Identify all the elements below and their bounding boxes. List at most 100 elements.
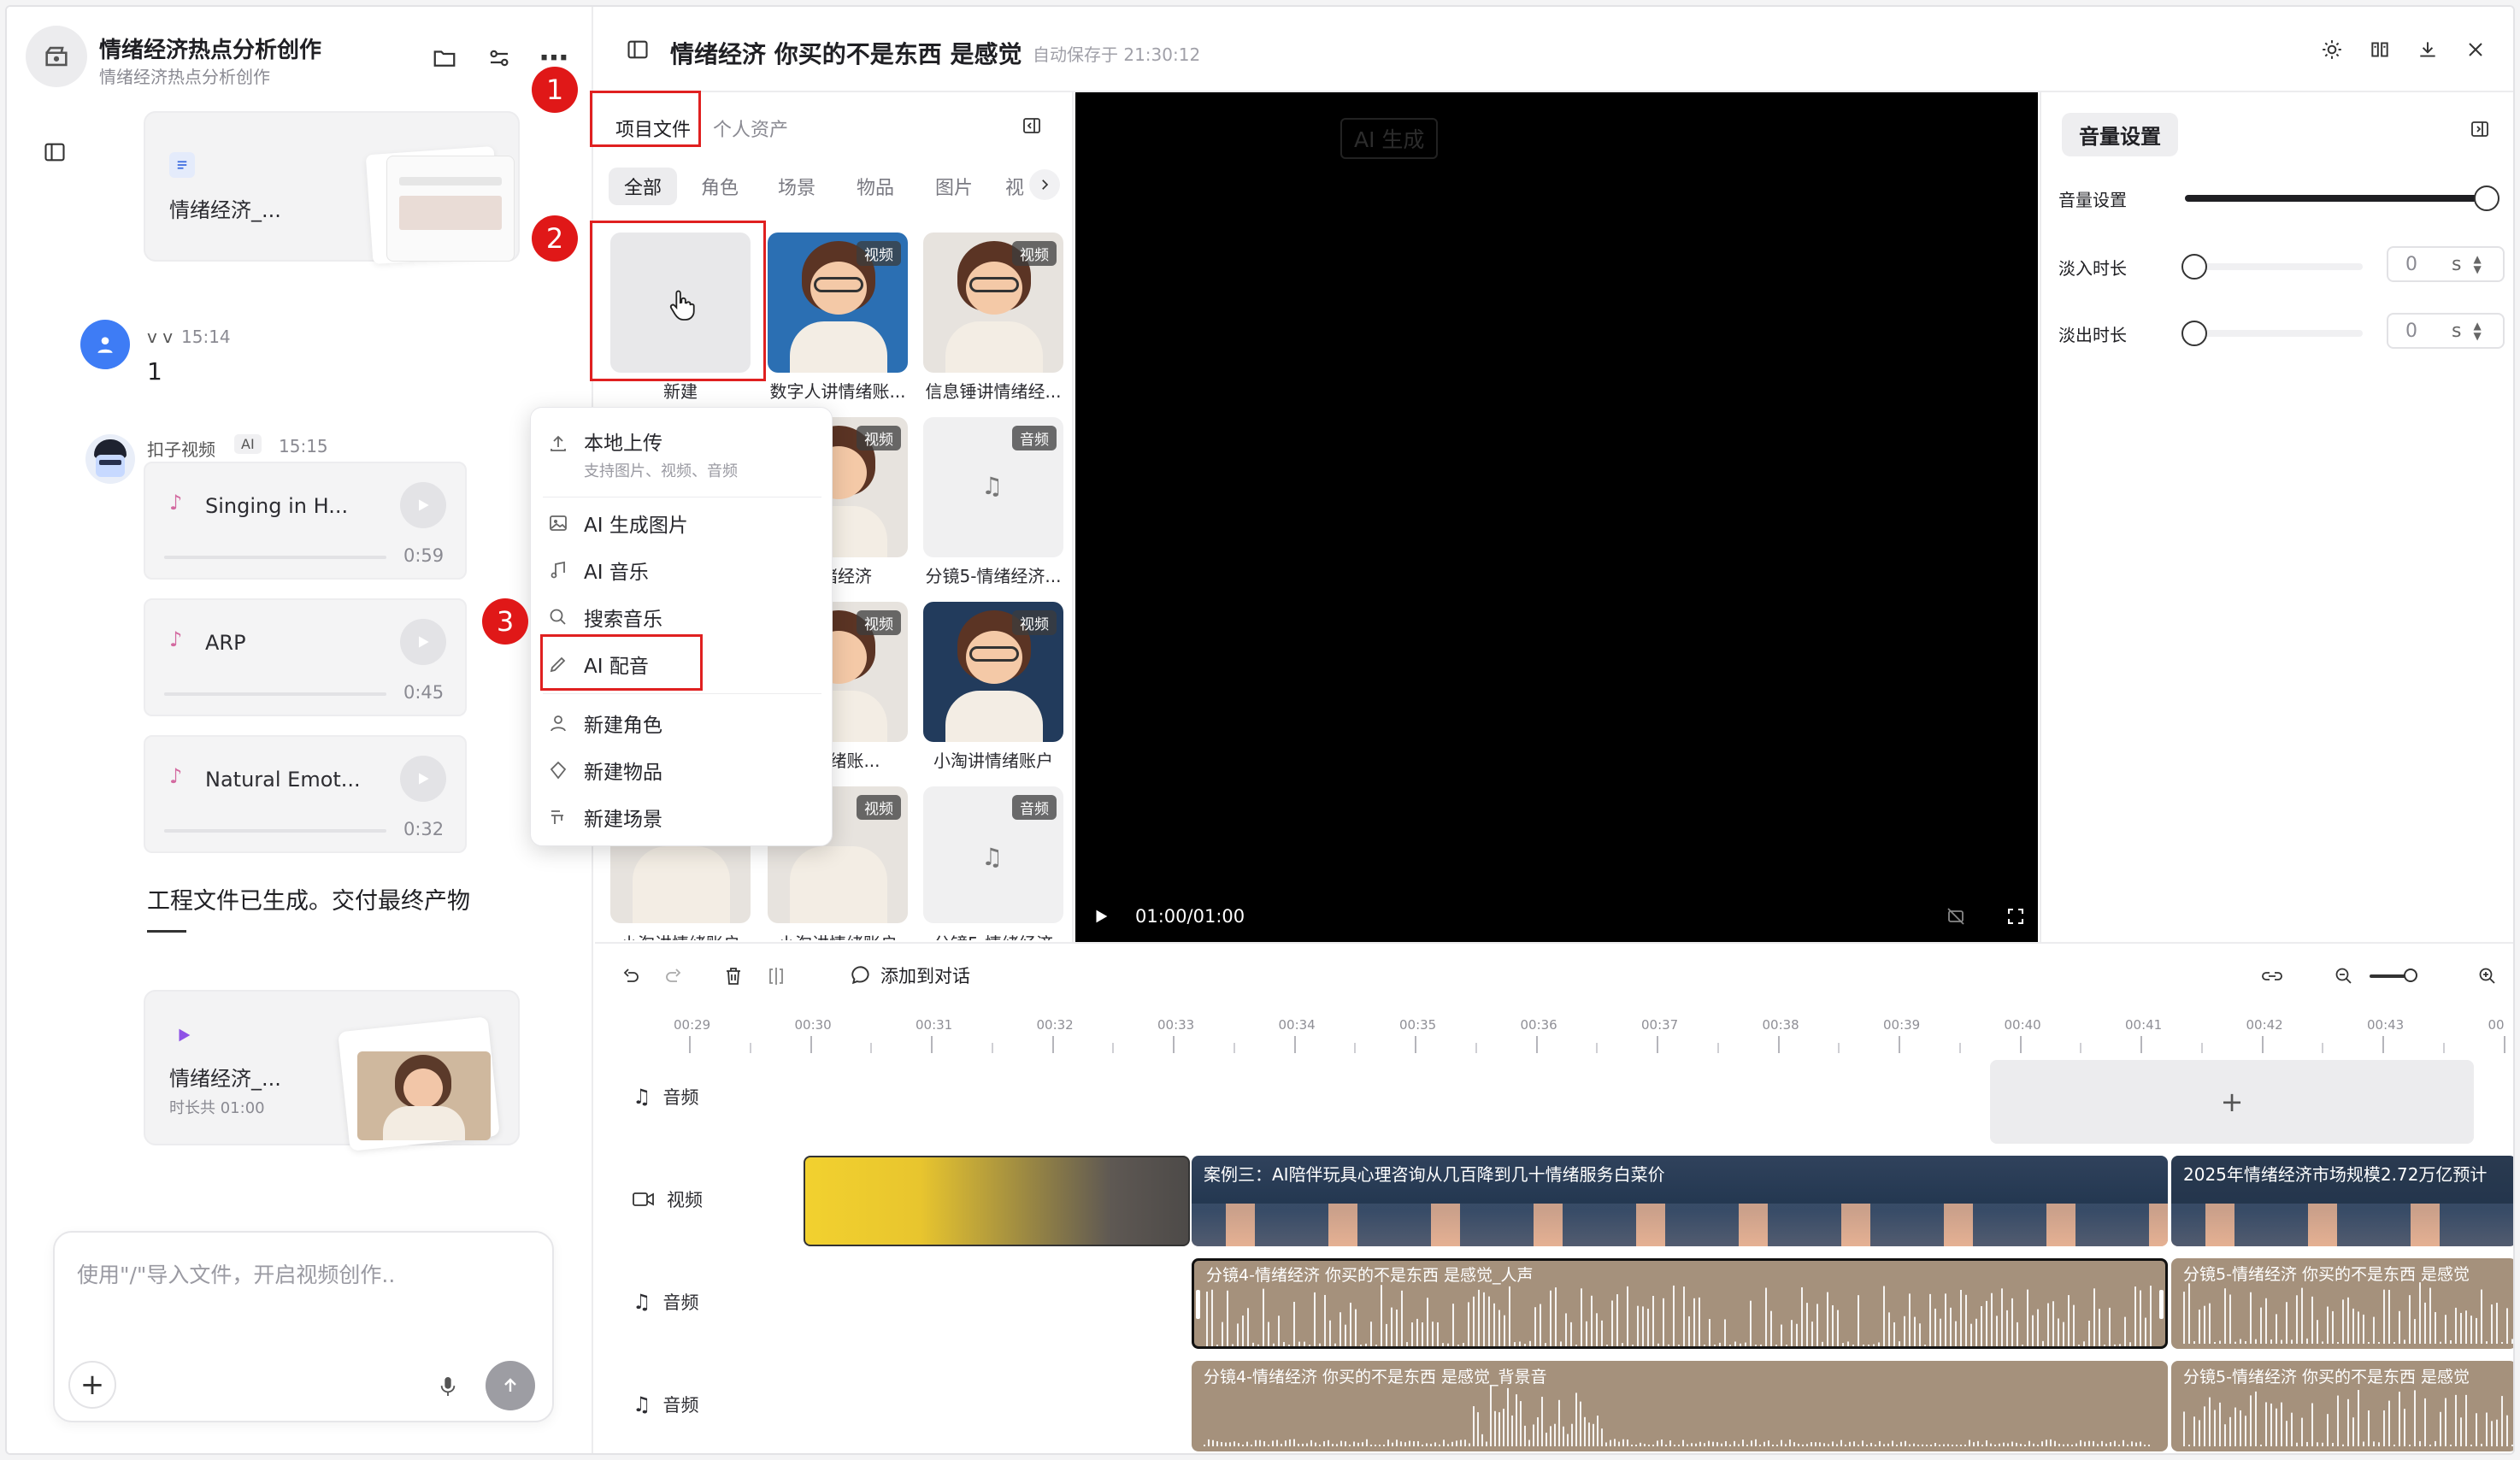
asset-label: 数字人讲情绪账... [769,381,906,402]
audio-progress[interactable] [164,556,386,559]
add-to-chat-button[interactable]: 添加到对话 [850,963,970,988]
ruler-tick-label: 00:32 [1036,1017,1074,1033]
zoom-in-icon[interactable] [2472,961,2503,992]
filter-image[interactable]: 图片 [920,168,988,205]
fade-out-knob[interactable] [2181,321,2207,346]
trim-handle-left[interactable] [1196,1290,1200,1319]
ruler-minor-tick [991,1043,993,1053]
play-button[interactable] [400,756,446,802]
voice-clip-title: 分镜4-情绪经济 你买的不是东西 是感觉_人声 [1206,1266,1534,1285]
video-card[interactable]: 情绪经济_... 时长共 01:00 [144,990,520,1151]
bot-badge: AI [234,434,262,454]
collapse-right-icon[interactable] [2464,113,2496,145]
audio-asset-thumb[interactable]: 音频 ♫ [923,417,1063,557]
menu-item-new-character[interactable]: 新建角色 [548,709,662,738]
bot-time: 15:15 [279,436,328,456]
play-button[interactable] [400,482,446,528]
scene-icon [551,810,563,824]
video-clip[interactable]: 2025年情绪经济市场规模2.72万亿预计 [2171,1156,2513,1246]
undo-icon[interactable] [615,961,646,992]
music-icon: ♫ [633,1085,651,1109]
stepper-icon[interactable]: ▲ ▼ [2473,321,2481,341]
volume-slider[interactable] [2185,185,2499,211]
audio-title: Singing in H... [205,494,349,518]
fade-in-knob[interactable] [2181,254,2207,280]
menu-item-ai-image[interactable]: AI 生成图片 [548,509,688,538]
redo-icon[interactable] [658,961,689,992]
send-button[interactable] [486,1361,535,1410]
mute-icon[interactable] [1940,901,1971,932]
download-icon[interactable] [2411,32,2445,67]
close-icon[interactable] [2458,32,2493,67]
menu-item-label: 新建场景 [584,809,662,831]
panel-icon[interactable] [621,32,655,67]
folder-icon[interactable] [426,39,463,77]
delete-icon[interactable] [718,961,749,992]
fade-out-label: 淡出时长 [2058,325,2127,345]
ruler-tick-label: 00:33 [1157,1017,1195,1033]
fade-in-input[interactable]: 0 s ▲ ▼ [2387,246,2505,282]
sun-icon[interactable] [2315,32,2349,67]
bgm-clip[interactable]: 分镜5-情绪经济 你买的不是东西 是感觉 [2171,1361,2513,1451]
bgm-clip-title: 分镜5-情绪经济 你买的不是东西 是感觉 [2183,1368,2470,1386]
filter-item[interactable]: 物品 [841,168,910,205]
audio-asset-thumb[interactable]: 音频 ♫ [923,786,1063,923]
audio-item[interactable]: ♪ ARP 0:45 [144,598,467,716]
adjust-icon[interactable] [480,39,518,77]
fade-out-input[interactable]: 0 s ▲ ▼ [2387,313,2505,349]
zoom-slider[interactable] [2370,968,2417,982]
filter-all[interactable]: 全部 [609,168,678,205]
play-button[interactable] [400,619,446,665]
asset-thumb[interactable]: 视频 [923,233,1063,373]
trim-handle-right[interactable] [2159,1290,2164,1319]
audio-progress[interactable] [164,829,386,833]
play-icon[interactable] [1086,901,1116,932]
doc-preview-front [386,156,515,262]
link-icon[interactable] [2255,961,2289,992]
chevron-right-icon[interactable] [1029,169,1060,200]
video-preview[interactable]: AI 生成 01:00/01:00 [1075,92,2038,942]
voice-clip[interactable]: 分镜5-情绪经济 你买的不是东西 是感觉 [2171,1258,2513,1349]
tab-personal-assets[interactable]: 个人资产 [713,115,788,142]
microphone-icon[interactable] [431,1369,465,1404]
audio-duration: 0:32 [403,819,445,839]
menu-item-local-upload[interactable]: 本地上传 支持图片、视频、音频 [548,427,738,481]
fullscreen-icon[interactable] [2000,901,2031,932]
voice-clip-selected[interactable]: 分镜4-情绪经济 你买的不是东西 是感觉_人声 [1192,1258,2168,1349]
asset-thumb[interactable]: 视频 [768,233,908,373]
menu-item-ai-music[interactable]: AI 音乐 [548,556,649,585]
highlight-project-files-tab [590,91,701,147]
menu-item-new-object[interactable]: 新建物品 [548,756,662,785]
asset-thumb[interactable]: 视频 [923,602,1063,742]
ruler-minor-tick [1838,1043,1840,1053]
fade-in-slider[interactable] [2181,254,2363,280]
audio-item[interactable]: ♪ Natural Emot... 0:32 [144,735,467,853]
compare-icon[interactable] [2363,32,2397,67]
chat-input-box[interactable]: 使用"/"导入文件，开启视频创作.. + [53,1231,554,1422]
zoom-out-icon[interactable] [2329,961,2359,992]
volume-knob[interactable] [2474,185,2499,211]
sidebar-toggle-icon[interactable] [38,135,72,169]
audio-title: ARP [205,631,246,655]
menu-item-search-music[interactable]: 搜索音乐 [548,603,662,632]
audio-progress[interactable] [164,692,386,696]
add-attachment-button[interactable]: + [68,1361,116,1409]
ruler-tick-label: 00 [2488,1017,2505,1033]
filter-character[interactable]: 角色 [686,168,754,205]
split-icon[interactable] [761,961,792,992]
audio-item[interactable]: ♪ Singing in H... 0:59 [144,462,467,580]
document-card[interactable]: 情绪经济_... [144,111,520,265]
zoom-knob[interactable] [2404,968,2417,982]
video-clip[interactable]: 案例三：AI陪伴玩具心理咨询从几百降到几十情绪服务白菜价 [1192,1156,2168,1246]
audio-tag: 音频 [1012,795,1057,820]
add-audio-slot[interactable]: + [1990,1060,2474,1144]
filter-scene[interactable]: 场景 [762,168,831,205]
fade-out-slider[interactable] [2181,321,2363,346]
volume-panel-title[interactable]: 音量设置 [2062,113,2178,156]
chat-input[interactable]: 使用"/"导入文件，开启视频创作.. [77,1258,395,1289]
bgm-clip[interactable]: 分镜4-情绪经济 你买的不是东西 是感觉_背景音 [1192,1361,2168,1451]
collapse-panel-icon[interactable] [1016,109,1048,142]
menu-item-new-scene[interactable]: 新建场景 [548,803,662,832]
stepper-icon[interactable]: ▲ ▼ [2473,254,2481,274]
video-clip[interactable] [804,1156,1190,1246]
